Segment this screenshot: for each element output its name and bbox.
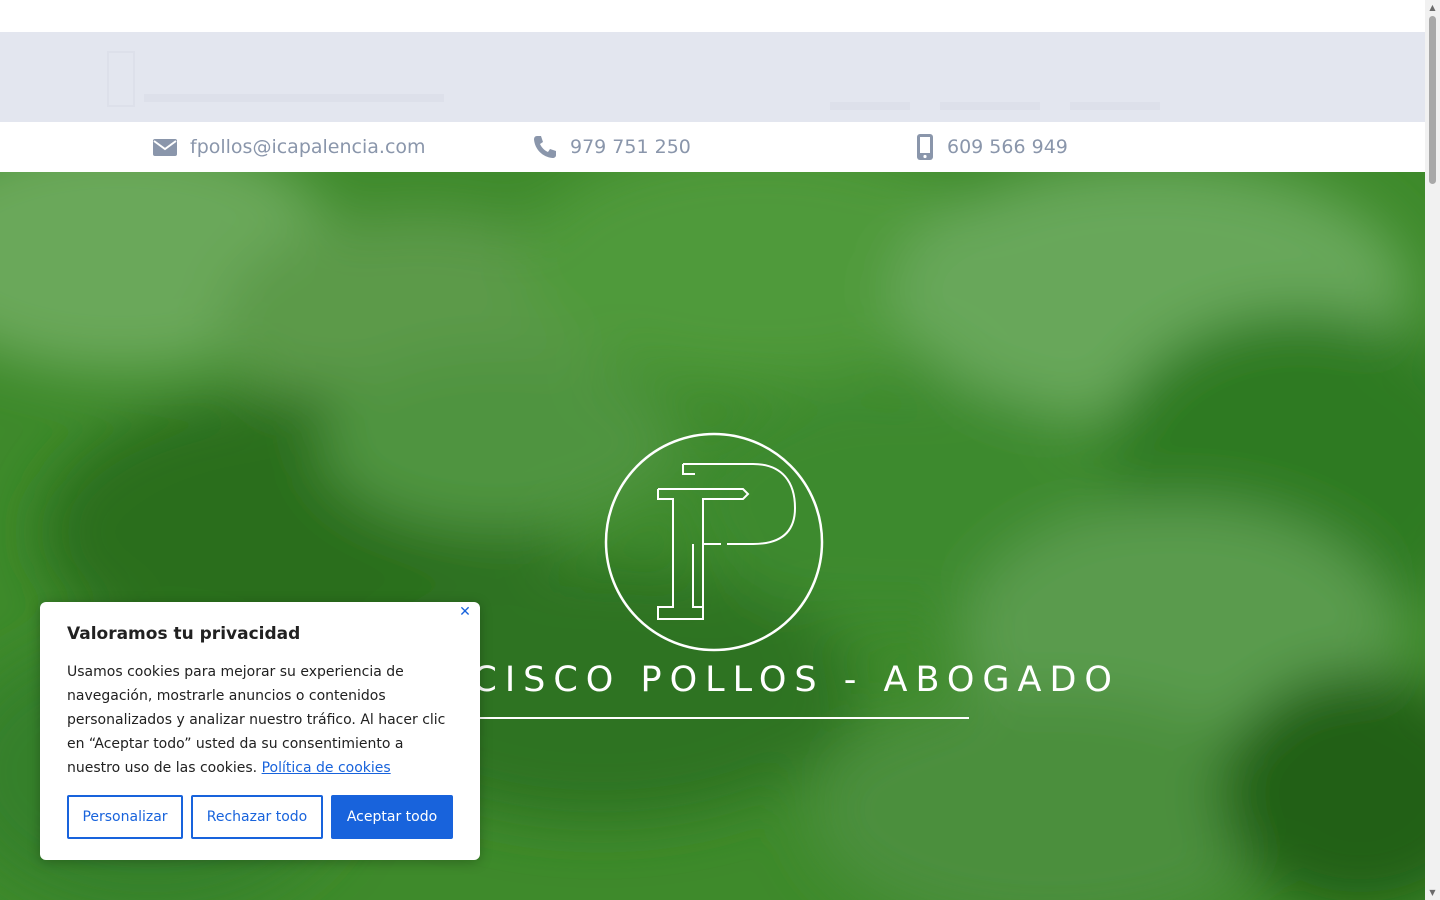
contact-mobile-link[interactable]: 609 566 949	[915, 122, 1068, 172]
contact-phone-text: 979 751 250	[570, 136, 691, 158]
cookie-banner-title: Valoramos tu privacidad	[67, 624, 301, 644]
customize-cookies-button[interactable]: Personalizar	[67, 795, 183, 839]
header-logo-faint[interactable]	[100, 44, 520, 114]
contact-mobile-text: 609 566 949	[947, 136, 1068, 158]
scroll-up-arrow-icon[interactable]: ▲	[1425, 0, 1440, 15]
scroll-down-arrow-icon[interactable]: ▼	[1425, 885, 1440, 900]
cookie-policy-link[interactable]: Política de cookies	[262, 760, 391, 776]
contact-bar: fpollos@icapalencia.com 979 751 250 609 …	[0, 122, 1425, 172]
close-icon[interactable]: ✕	[458, 605, 472, 619]
reject-all-cookies-button[interactable]: Rechazar todo	[191, 795, 323, 839]
hero-title-underline	[470, 717, 969, 719]
hero-fp-monogram-logo	[604, 432, 824, 652]
contact-email-link[interactable]: fpollos@icapalencia.com	[152, 122, 426, 172]
mobile-phone-icon	[915, 133, 947, 161]
scrollbar-thumb[interactable]	[1429, 16, 1436, 184]
top-strip	[0, 0, 1425, 32]
cookie-consent-banner: ✕ Valoramos tu privacidad Usamos cookies…	[40, 602, 480, 860]
cookie-banner-description: Usamos cookies para mejorar su experienc…	[67, 660, 459, 780]
accept-all-cookies-button[interactable]: Aceptar todo	[331, 795, 453, 839]
site-header	[0, 32, 1425, 122]
header-nav-faint[interactable]	[830, 96, 1170, 116]
envelope-icon	[152, 136, 190, 158]
page-scrollbar[interactable]: ▲ ▼	[1425, 0, 1440, 900]
contact-email-text: fpollos@icapalencia.com	[190, 136, 426, 158]
phone-icon	[532, 134, 570, 160]
contact-phone-link[interactable]: 979 751 250	[532, 122, 691, 172]
